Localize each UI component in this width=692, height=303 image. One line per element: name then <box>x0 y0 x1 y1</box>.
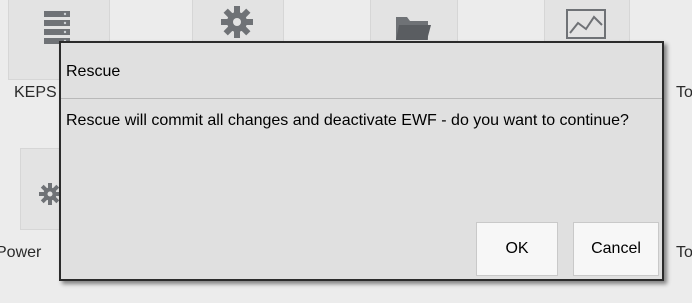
launcher-label-tools-bottom: To <box>676 244 692 261</box>
dialog-message: Rescue will commit all changes and deact… <box>66 112 629 129</box>
launcher-tile-settings[interactable] <box>192 0 284 44</box>
launcher-label-keps: KEPS <box>14 84 57 101</box>
cancel-button[interactable]: Cancel <box>573 222 659 276</box>
gear-icon <box>221 6 253 38</box>
ok-button[interactable]: OK <box>476 222 558 276</box>
launcher-tile-files[interactable] <box>370 0 458 44</box>
folder-icon <box>396 17 431 40</box>
dialog-title: Rescue <box>66 63 121 80</box>
rescue-dialog: Rescue Rescue will commit all changes an… <box>59 41 664 281</box>
chart-icon <box>566 9 606 39</box>
launcher-label-tools-top: To <box>676 84 692 101</box>
gear-icon <box>39 183 61 205</box>
launcher-label-power: Power <box>0 244 42 261</box>
server-icon <box>44 11 70 44</box>
dialog-divider <box>61 98 662 99</box>
launcher-tile-monitor[interactable] <box>544 0 630 44</box>
